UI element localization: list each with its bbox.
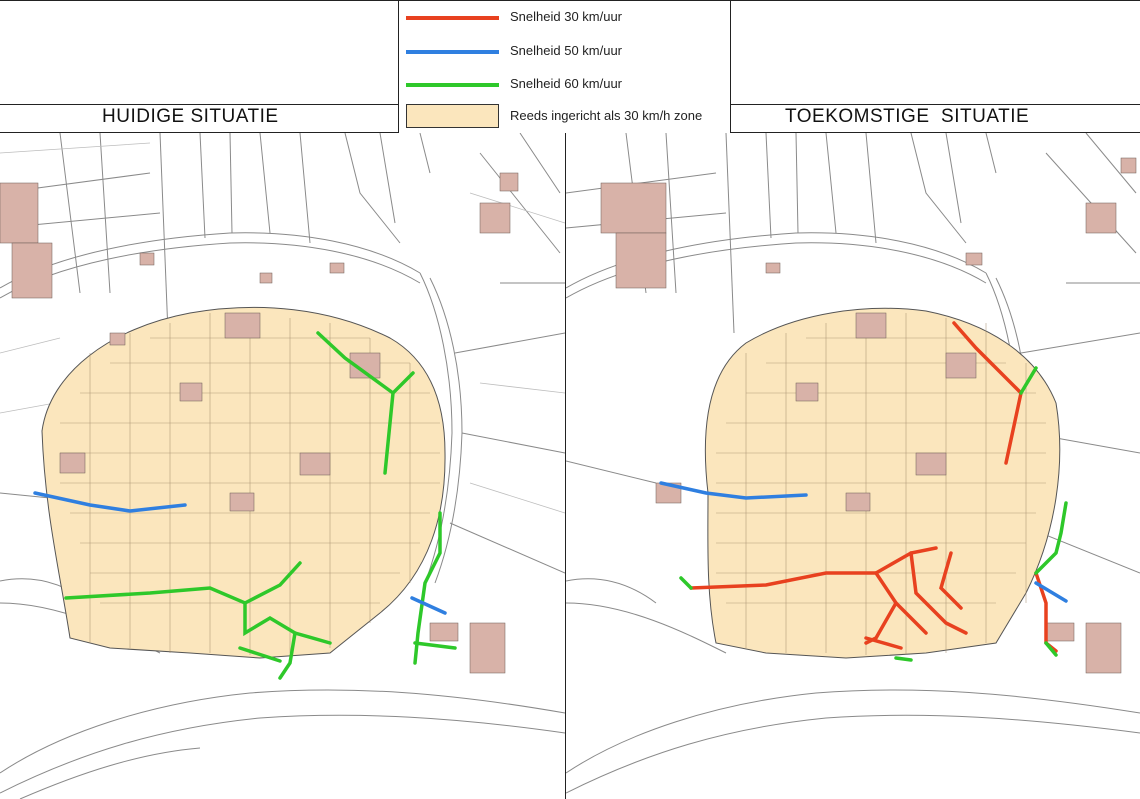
- map-future-situation: [566, 133, 1140, 794]
- legend-label-speed-30: Snelheid 30 km/uur: [510, 9, 623, 24]
- title-top-rule-left: [0, 104, 398, 105]
- legend-label-zone-30: Reeds ingericht als 30 km/h zone: [510, 108, 703, 123]
- panel-title-current: HUIDIGE SITUATIE: [102, 106, 279, 127]
- river-bank: [0, 689, 565, 799]
- legend-item-zone-30: Reeds ingericht als 30 km/h zone: [399, 101, 730, 131]
- panel-title-future: TOEKOMSTIGE SITUATIE: [785, 106, 1030, 127]
- legend-item-speed-60: Snelheid 60 km/uur: [399, 69, 730, 99]
- legend-swatch-zone-30: [406, 104, 499, 128]
- legend-item-speed-50: Snelheid 50 km/uur: [399, 36, 730, 66]
- legend-line-speed-30: [406, 16, 499, 20]
- legend-label-speed-60: Snelheid 60 km/uur: [510, 76, 623, 91]
- title-top-rule-right: [731, 104, 1140, 105]
- map-legend: Snelheid 30 km/uur Snelheid 50 km/uur Sn…: [398, 0, 731, 133]
- legend-line-speed-50: [406, 50, 499, 54]
- map-current-situation: [0, 133, 565, 799]
- river-bank-future: [566, 689, 1140, 794]
- legend-label-speed-50: Snelheid 50 km/uur: [510, 43, 623, 58]
- legend-line-speed-60: [406, 83, 499, 87]
- legend-item-speed-30: Snelheid 30 km/uur: [399, 2, 730, 32]
